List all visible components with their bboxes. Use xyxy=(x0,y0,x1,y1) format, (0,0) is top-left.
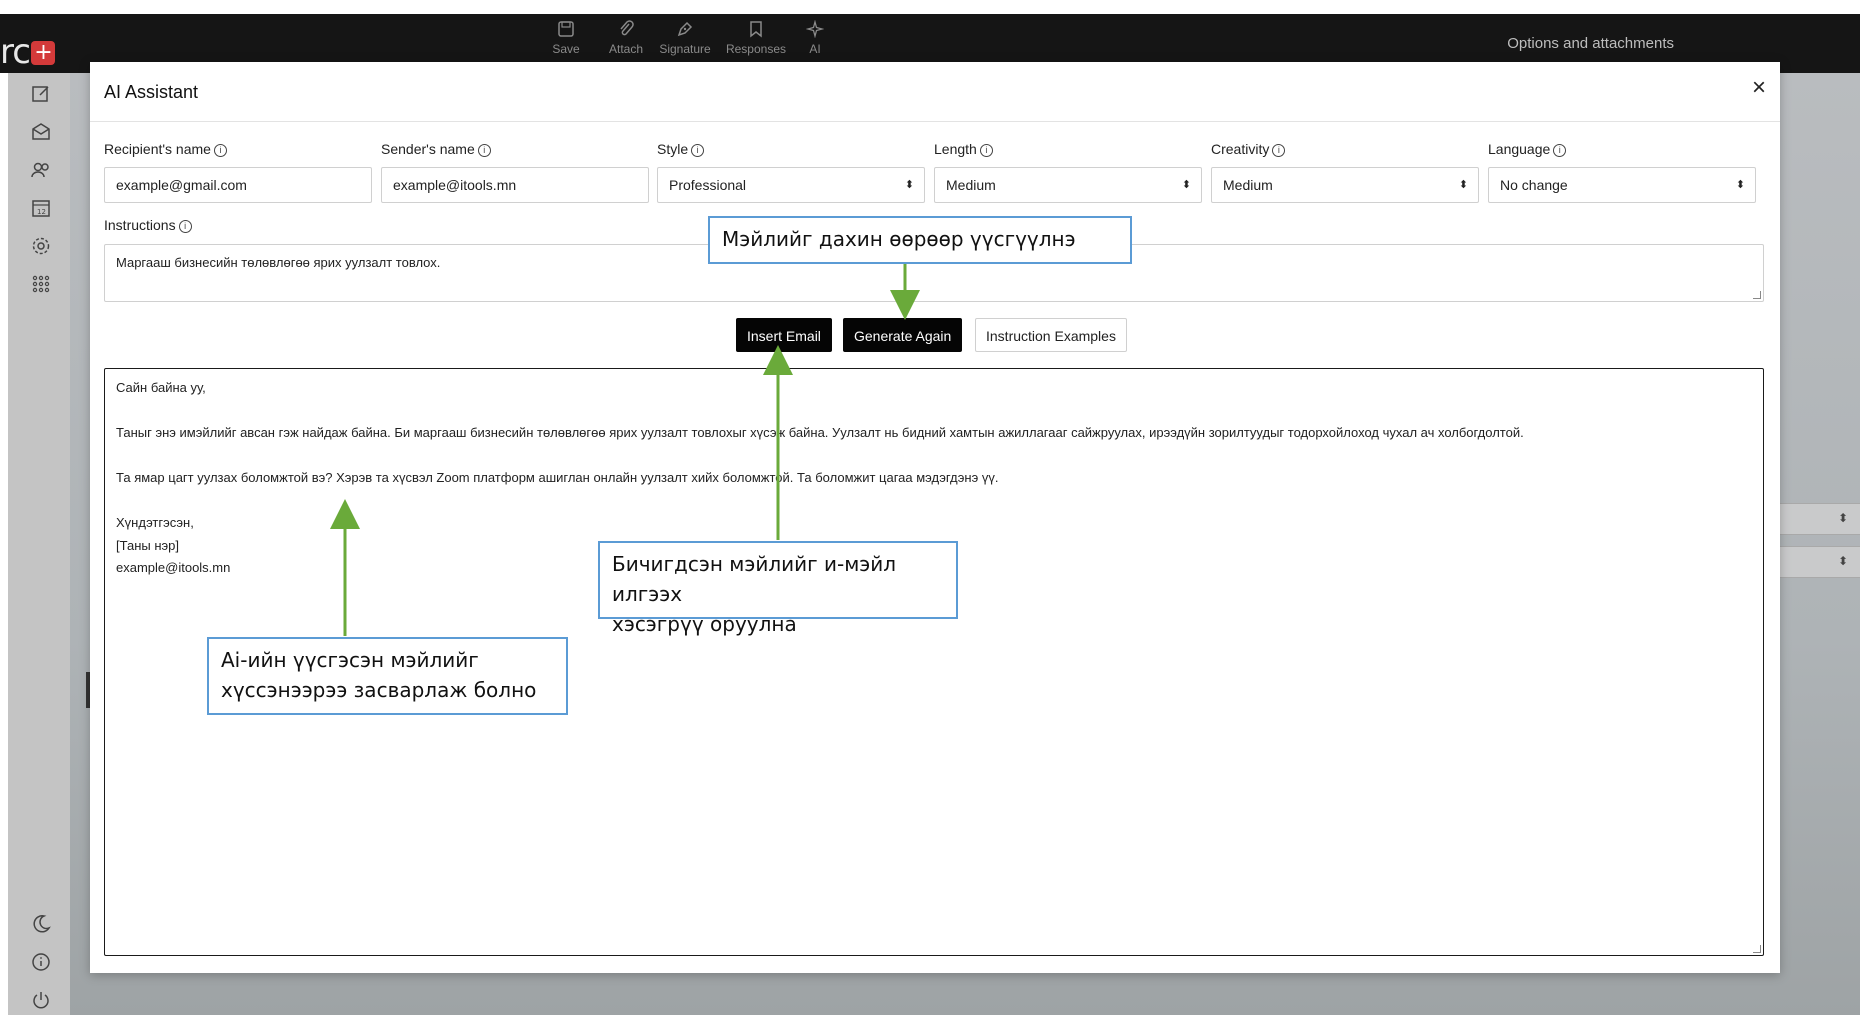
info-icon: i xyxy=(477,144,491,157)
modal-title: AI Assistant xyxy=(104,82,199,102)
toolbar-ai-button[interactable]: AI xyxy=(780,20,850,56)
creativity-select[interactable]: Medium ⬍ xyxy=(1211,167,1479,203)
length-label: Length i xyxy=(934,141,993,157)
sparkle-icon xyxy=(806,20,824,38)
info-icon: i xyxy=(979,144,993,157)
select-arrows-icon: ⬍ xyxy=(904,179,914,191)
compose-icon[interactable] xyxy=(30,83,52,105)
inbox-icon[interactable] xyxy=(30,121,52,143)
creativity-label: Creativity i xyxy=(1211,141,1286,157)
left-sidebar: 12 xyxy=(8,73,70,1015)
sender-label: Sender's name i xyxy=(381,141,491,157)
select-arrows-icon: ⬍ xyxy=(1458,179,1468,191)
language-select[interactable]: No change ⬍ xyxy=(1488,167,1756,203)
paperclip-icon xyxy=(620,20,634,36)
toolbar-attach-label: Attach xyxy=(608,42,644,56)
annotation-insert: Бичигдсэн мэйлийг и-мэйл илгээх хэсэгрүү … xyxy=(598,541,958,636)
length-select[interactable]: Medium ⬍ xyxy=(934,167,1202,203)
toolbar-signature-label: Signature xyxy=(659,42,711,56)
close-button[interactable]: × xyxy=(1752,76,1766,100)
info-icon: i xyxy=(178,220,192,233)
resize-handle[interactable] xyxy=(1753,291,1761,299)
insert-email-button[interactable]: Insert Email xyxy=(736,318,832,352)
email-paragraph-2: Та ямар цагт уулзах боломжтой вэ? Хэрэв … xyxy=(116,470,999,485)
info-icon: i xyxy=(691,144,705,157)
background-select-1: ⬍ xyxy=(1778,503,1860,535)
bookmark-icon xyxy=(750,21,762,38)
annotation-edit: Ai-ийн үүсгэсэн мэйлийг хүссэнээрээ засва… xyxy=(207,637,568,715)
info-icon[interactable] xyxy=(30,951,52,973)
screen: rc + Save Attach Signature Responses AI O… xyxy=(0,0,1860,1025)
select-arrows-icon: ⬍ xyxy=(1181,179,1191,191)
toolbar-signature-button[interactable]: Signature xyxy=(650,20,720,56)
settings-icon[interactable] xyxy=(30,235,52,257)
dark-mode-icon[interactable] xyxy=(30,913,52,935)
annotation-regenerate: Мэйлийг дахин өөрөөр үүсгүүлнэ xyxy=(708,216,1132,264)
save-icon xyxy=(558,21,574,37)
toolbar-save-label: Save xyxy=(552,42,580,56)
instruction-examples-button[interactable]: Instruction Examples xyxy=(975,318,1127,352)
generate-again-button[interactable]: Generate Again xyxy=(843,318,963,352)
apps-grid-icon[interactable] xyxy=(30,273,52,295)
instructions-label: Instructions i xyxy=(104,217,192,233)
sender-name-input[interactable]: example@itools.mn xyxy=(381,167,649,203)
style-label: Style i xyxy=(657,141,705,157)
app-logo: rc + xyxy=(0,32,55,72)
style-select[interactable]: Professional ⬍ xyxy=(657,167,925,203)
calendar-icon[interactable]: 12 xyxy=(30,197,52,219)
info-icon: i xyxy=(1272,144,1286,157)
options-and-attachments-link[interactable]: Options and attachments xyxy=(1507,35,1674,52)
pen-icon xyxy=(677,21,693,37)
info-icon: i xyxy=(213,144,227,157)
language-label: Language i xyxy=(1488,141,1567,157)
toolbar-ai-label: AI xyxy=(809,42,821,56)
background-select-2: ⬍ xyxy=(1778,546,1860,578)
toolbar-responses-label: Responses xyxy=(725,42,787,56)
email-blank-line xyxy=(116,445,1752,468)
email-paragraph-1: Таныг энэ имэйлийг авсан гэж найдаж байн… xyxy=(116,425,1524,440)
recipient-label: Recipient's name i xyxy=(104,141,227,157)
logo-badge: + xyxy=(30,41,55,65)
email-greeting: Сайн байна уу, xyxy=(116,380,206,395)
resize-handle[interactable] xyxy=(1753,945,1761,953)
info-icon: i xyxy=(1553,144,1567,157)
svg-text:12: 12 xyxy=(37,208,46,216)
email-blank-line xyxy=(116,490,1752,513)
email-closing: Хүндэтгэсэн, xyxy=(116,515,194,530)
recipient-name-input[interactable]: example@gmail.com xyxy=(104,167,372,203)
ai-assistant-modal: AI Assistant × Recipient's name i Sender'… xyxy=(90,62,1780,973)
power-icon[interactable] xyxy=(30,989,52,1011)
contacts-icon[interactable] xyxy=(30,159,52,181)
select-arrows-icon: ⬍ xyxy=(1735,179,1745,191)
email-blank-line xyxy=(116,400,1752,423)
modal-header: AI Assistant × xyxy=(90,62,1780,122)
